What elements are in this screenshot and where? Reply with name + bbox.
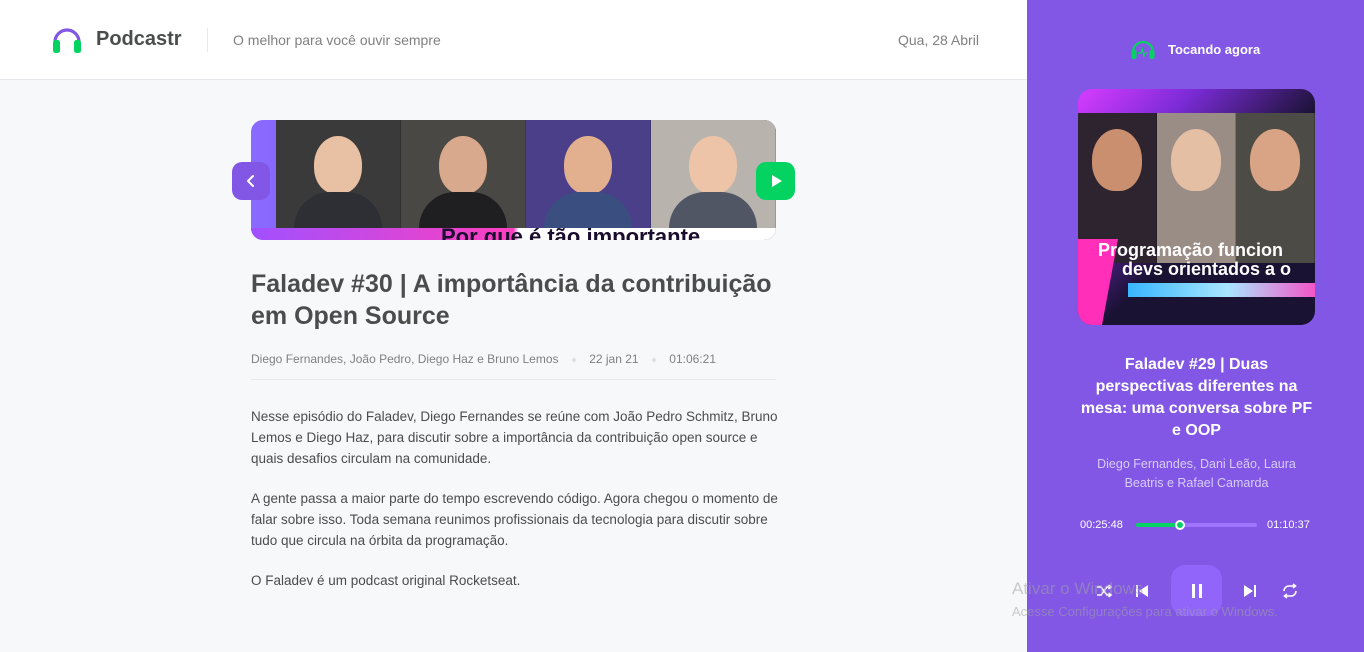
cover-caption-line: devs orientados a o [1122,259,1292,279]
skip-next-icon [1244,585,1256,597]
player-episode-members: Diego Fernandes, Dani Leão, Laura Beatri… [1097,457,1296,490]
episode-duration: 01:06:21 [669,352,716,366]
description-paragraph: O Faladev é um podcast original Rocketse… [251,573,521,588]
repeat-icon [1283,583,1297,599]
windows-activation-title: Ativar o Windows [1012,579,1144,598]
back-button[interactable] [232,162,270,200]
now-playing-header: Tocando agora [1130,38,1260,60]
cover-caption-line: Programação funcion [1098,240,1284,260]
player-episode-title: Faladev #29 | Duas perspectivas diferent… [1080,356,1313,439]
header-divider [207,28,208,52]
thumbnail-photo [276,120,776,228]
play-icon [771,175,782,187]
meta-divider [251,379,776,380]
app-logo-text: Podcastr [96,28,182,50]
total-time: 01:10:37 [1267,519,1310,531]
play-episode-button[interactable] [756,162,795,200]
description-paragraph: A gente passa a maior parte do tempo esc… [251,491,778,548]
player-cover: Programação funcion devs orientados a o [1078,89,1315,325]
description-paragraph: Nesse episódio do Faladev, Diego Fernand… [251,409,778,466]
current-time: 00:25:48 [1080,519,1123,531]
progress-fill [1136,523,1181,527]
thumbnail-caption: Por que é tão importante [441,224,701,240]
repeat-button[interactable] [1276,577,1304,605]
now-playing-label: Tocando agora [1168,41,1261,57]
episode-meta: Diego Fernandes, João Pedro, Diego Haz e… [251,352,716,366]
windows-activation-text: Acesse Configurações para ativar o Windo… [1012,604,1278,619]
headphones-icon [1131,40,1155,59]
next-button[interactable] [1236,577,1264,605]
episode-members: Diego Fernandes, João Pedro, Diego Haz e… [251,352,559,366]
episode-description: Nesse episódio do Faladev, Diego Fernand… [251,406,781,610]
episode-date: 22 jan 21 [589,352,639,366]
separator-dot [651,357,656,362]
cover-accent-bar [1128,283,1315,297]
current-date: Qua, 28 Abril [898,32,979,48]
episode-title: Faladev #30 | A importância da contribui… [251,270,772,330]
episode-thumbnail: Por que é tão importante [251,120,776,240]
tagline: O melhor para você ouvir sempre [233,32,441,48]
cover-caption: Programação funcion devs orientados a o [1098,241,1291,279]
separator-dot [571,357,576,362]
chevron-left-icon [247,175,254,187]
headphones-icon [53,28,81,53]
header: Podcastr O melhor para você ouvir sempre… [0,0,1027,80]
pause-icon [1191,583,1202,598]
progress-slider[interactable] [1136,520,1257,530]
